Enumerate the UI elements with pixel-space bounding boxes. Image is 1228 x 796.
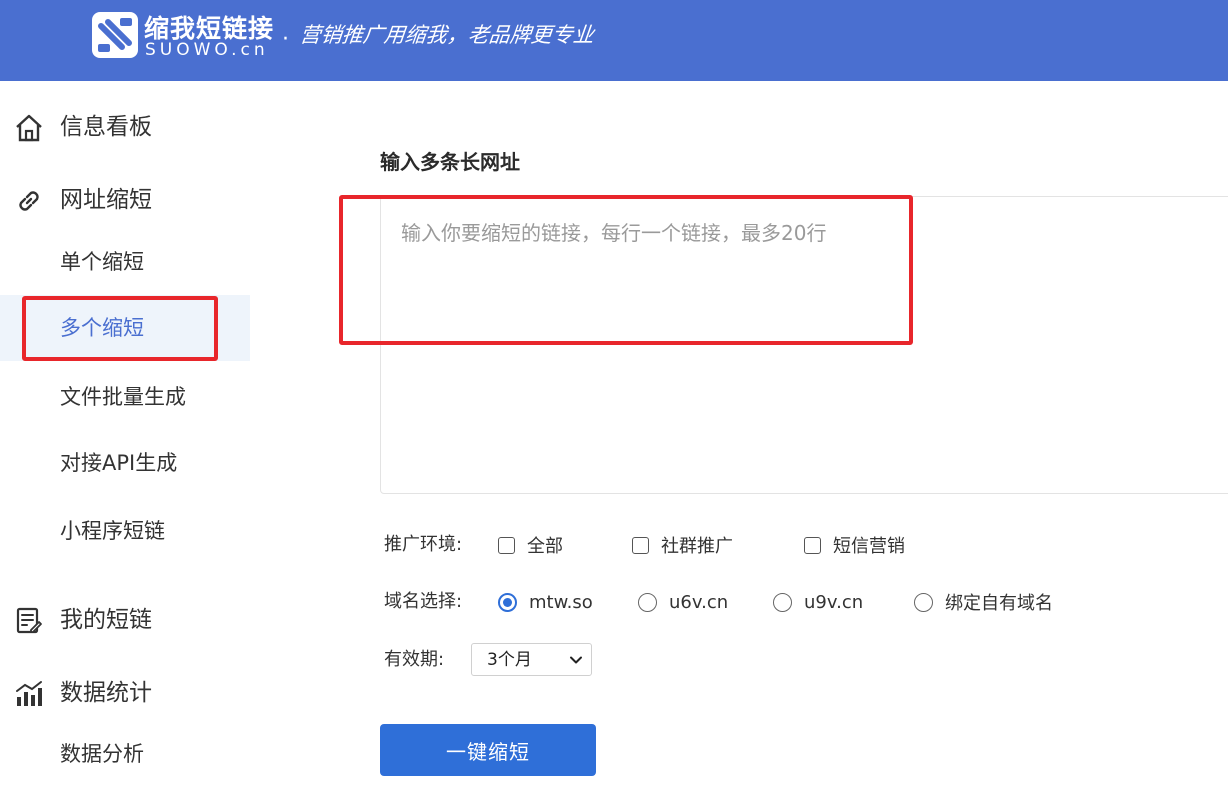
brand-logo-icon	[92, 12, 138, 58]
sidebar-item-api[interactable]: 对接API生成	[0, 430, 250, 496]
checkbox-label: 社群推广	[661, 536, 733, 557]
promo-env-community-checkbox[interactable]: 社群推广	[632, 528, 733, 562]
brand-slogan: 营销推广用缩我，老品牌更专业	[298, 23, 596, 47]
promo-env-label: 推广环境:	[384, 534, 463, 555]
sidebar-section-url-shorten[interactable]: 网址缩短	[0, 170, 250, 230]
sidebar-item-label: 小程序短链	[60, 519, 165, 543]
domain-radio-mtw[interactable]: mtw.so	[498, 585, 593, 619]
sidebar-item-single-shorten[interactable]: 单个缩短	[0, 229, 250, 295]
radio-circle[interactable]	[773, 592, 792, 612]
bar-chart-icon	[16, 681, 42, 706]
sidebar-item-multi-shorten[interactable]: 多个缩短	[0, 295, 250, 361]
sidebar-item-label: 单个缩短	[60, 250, 144, 274]
domain-select-row: 域名选择: mtw.so u6v.cn u9v.cn 绑定自有域名	[384, 585, 1104, 619]
validity-row: 有效期: 3个月	[384, 643, 684, 677]
link-icon	[19, 191, 39, 211]
domain-radio-u9v[interactable]: u9v.cn	[773, 585, 863, 619]
checkbox-label: 短信营销	[833, 536, 905, 557]
domain-radio-u6v[interactable]: u6v.cn	[638, 585, 728, 619]
radio-circle[interactable]	[914, 592, 933, 612]
radio-label: u6v.cn	[669, 591, 729, 613]
sidebar-section-my-links[interactable]: 我的短链	[0, 590, 250, 650]
promo-env-row: 推广环境: 全部 社群推广 短信营销	[384, 528, 984, 562]
radio-label: mtw.so	[529, 591, 593, 613]
radio-label: u9v.cn	[804, 591, 864, 613]
long-urls-textarea[interactable]	[380, 196, 1228, 494]
section-title: 输入多条长网址	[380, 150, 520, 174]
chevron-down-icon	[570, 656, 582, 664]
top-header: 缩我短链接 SUOWO.cn · 营销推广用缩我，老品牌更专业	[0, 0, 1228, 81]
edit-document-icon	[16, 607, 42, 634]
sidebar-section-label: 网址缩短	[60, 187, 152, 213]
checkbox-box[interactable]	[632, 536, 649, 554]
sidebar-item-miniprogram[interactable]: 小程序短链	[0, 498, 250, 564]
sidebar-item-label: 多个缩短	[60, 316, 144, 340]
sidebar-section-label: 信息看板	[60, 114, 152, 140]
radio-label: 绑定自有域名	[945, 593, 1053, 614]
radio-circle[interactable]	[498, 592, 517, 612]
sidebar-item-label: 数据分析	[60, 742, 144, 766]
domain-radio-custom[interactable]: 绑定自有域名	[914, 585, 1053, 619]
validity-label: 有效期:	[384, 649, 445, 670]
sidebar-item-file-batch[interactable]: 文件批量生成	[0, 364, 250, 430]
validity-select[interactable]: 3个月	[471, 643, 592, 676]
sidebar-item-label: 对接API生成	[60, 451, 178, 475]
sidebar-section-label: 数据统计	[60, 680, 152, 706]
brand-separator: ·	[282, 27, 289, 52]
promo-env-sms-checkbox[interactable]: 短信营销	[804, 528, 905, 562]
radio-circle[interactable]	[638, 592, 657, 612]
checkbox-box[interactable]	[804, 536, 821, 554]
checkbox-box[interactable]	[498, 536, 515, 554]
sidebar-section-label: 我的短链	[60, 607, 152, 633]
checkbox-label: 全部	[527, 536, 563, 557]
home-icon	[16, 114, 42, 142]
validity-select-value: 3个月	[487, 650, 532, 670]
domain-select-label: 域名选择:	[384, 591, 463, 612]
sidebar: 信息看板 网址缩短 单个缩短 多个缩短 文件批量生成 对接API生成 小程序短链…	[0, 81, 250, 796]
sidebar-item-data-analysis[interactable]: 数据分析	[0, 721, 250, 787]
sidebar-section-statistics[interactable]: 数据统计	[0, 663, 250, 723]
brand-domain: SUOWO.cn	[145, 40, 269, 60]
sidebar-section-dashboard[interactable]: 信息看板	[0, 97, 250, 157]
shorten-submit-button[interactable]: 一键缩短	[380, 724, 596, 776]
promo-env-all-checkbox[interactable]: 全部	[498, 528, 563, 562]
sidebar-item-label: 文件批量生成	[60, 385, 186, 409]
